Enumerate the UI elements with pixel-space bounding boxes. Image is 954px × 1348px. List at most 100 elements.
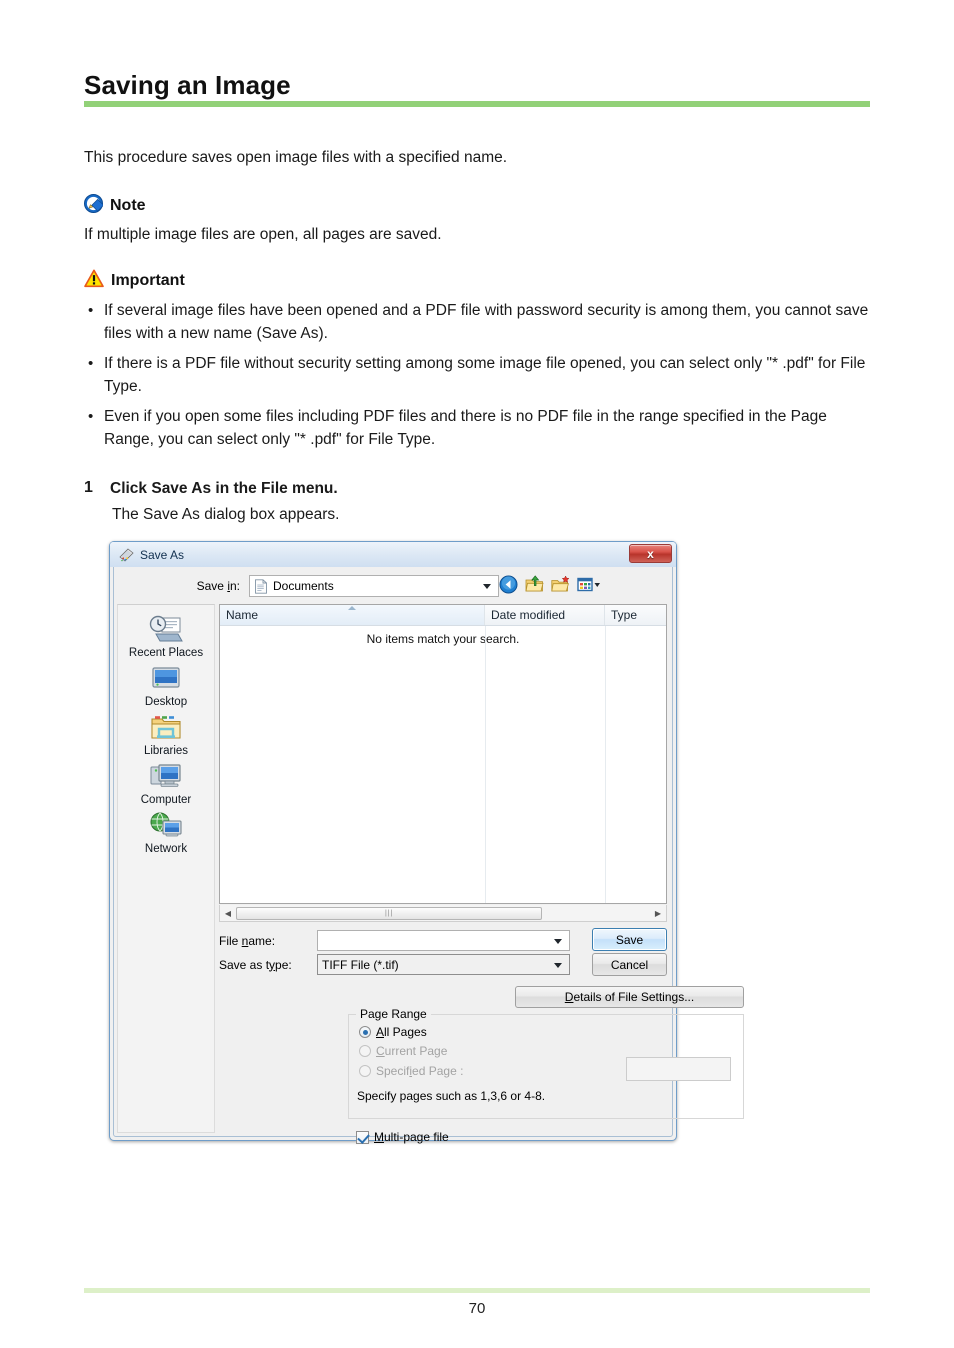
page-title: Saving an Image [84,70,291,100]
important-bullet-list: • If several image files have been opene… [84,299,874,458]
column-divider [485,626,486,903]
column-header-type[interactable]: Type [605,605,666,625]
page-range-hint: Specify pages such as 1,3,6 or 4-8. [357,1089,546,1103]
document-icon [254,578,268,594]
file-name-row: File name: [219,930,570,951]
app-icon [118,547,134,563]
save-in-label: Save in: [196,579,240,593]
column-header-label: Name [226,608,259,622]
save-in-dropdown[interactable]: Documents [249,575,499,597]
details-of-file-settings-button[interactable]: Details of File Settings... [515,986,744,1008]
column-header-label: Date modified [491,608,566,622]
chevron-down-icon[interactable] [554,938,562,944]
list-item-text: Even if you open some files including PD… [104,408,827,448]
scrollbar-track[interactable]: ||| [236,906,650,921]
up-folder-icon[interactable] [525,575,544,594]
sidebar-item-label: Computer [140,794,192,806]
libraries-icon [148,712,184,744]
empty-list-message: No items match your search. [366,632,520,646]
page-range-title: Page Range [356,1007,431,1021]
file-type-dropdown[interactable]: TIFF File (*.tif) [317,954,570,975]
note-body: If multiple image files are open, all pa… [84,226,442,243]
note-heading: Note [84,194,146,218]
important-heading-label: Important [111,272,185,289]
list-item-text: If there is a PDF file without security … [104,355,866,395]
warning-triangle-icon [84,269,104,293]
intro-paragraph: This procedure saves open image files wi… [84,149,508,166]
dialog-toolbar [499,575,600,594]
list-item: • Even if you open some files including … [84,405,874,451]
back-icon[interactable] [499,575,518,594]
new-folder-icon[interactable] [551,575,570,594]
column-header-name[interactable]: Name [220,605,485,625]
radio-specified-page: Specified Page : [359,1064,463,1078]
cancel-button[interactable]: Cancel [592,953,667,976]
radio-all-pages[interactable]: All Pages [359,1025,427,1039]
file-type-label: Save as type: [219,957,292,972]
scrollbar-thumb[interactable]: ||| [236,906,543,920]
save-button[interactable]: Save [592,928,667,951]
chevron-down-icon [483,584,491,589]
list-item: • If several image files have been opene… [84,299,874,345]
important-heading: Important [84,269,185,293]
file-name-label: File name: [219,933,276,948]
horizontal-scrollbar[interactable]: ◀ ||| ▶ [219,905,667,922]
title-rule [84,101,870,107]
document-page: Saving an Image This procedure saves ope… [0,0,954,1348]
sidebar-item-label: Recent Places [128,647,204,659]
sidebar-item-libraries[interactable]: Libraries [118,712,214,757]
column-header-date-modified[interactable]: Date modified [485,605,605,625]
step-description: The Save As dialog box appears. [112,506,340,523]
dialog-titlebar[interactable]: Save As x [110,542,676,567]
bullet-marker: • [88,355,94,372]
save-in-value: Documents [273,579,334,593]
chevron-down-icon [554,962,562,968]
radio-label: All Pages [376,1025,427,1039]
scroll-left-icon[interactable]: ◀ [220,909,236,918]
radio-icon [359,1065,371,1077]
sidebar-item-label: Libraries [143,745,189,757]
file-name-input[interactable] [317,930,570,951]
sort-ascending-icon [348,606,356,610]
file-list[interactable]: Name Date modified Type No items match y… [219,604,667,904]
sidebar-item-computer[interactable]: Computer [118,761,214,806]
column-header-label: Type [611,608,638,622]
bullet-marker: • [88,302,94,319]
file-list-header: Name Date modified Type [220,605,666,626]
radio-icon [359,1026,371,1038]
file-type-row: Save as type: TIFF File (*.tif) [219,954,570,975]
specified-page-input [626,1057,731,1081]
note-icon [84,194,105,218]
network-icon [148,810,184,842]
step-number: 1 [84,479,93,496]
dialog-body: Save in: Documents Recent Places Desktop… [111,568,744,1144]
views-icon[interactable] [577,575,600,594]
save-as-dialog: Save As x Save in: Documents Recent Plac… [109,541,744,1144]
close-icon[interactable]: x [629,544,672,563]
page-number: 70 [468,1300,486,1317]
multi-page-file-checkbox[interactable]: Multi-page file [356,1130,449,1144]
scroll-right-icon[interactable]: ▶ [650,909,666,918]
desktop-icon [148,663,184,695]
list-item-text: If several image files have been opened … [104,302,869,342]
radio-label: Current Page [376,1044,448,1058]
checkbox-icon [356,1130,369,1144]
radio-icon [359,1045,371,1057]
sidebar-item-label: Network [144,843,188,855]
sidebar-item-network[interactable]: Network [118,810,214,855]
radio-label: Specified Page : [376,1064,464,1078]
multi-page-file-label: Multi-page file [374,1130,449,1144]
sidebar-item-label: Desktop [144,696,188,708]
computer-icon [148,761,184,793]
sidebar-item-recent-places[interactable]: Recent Places [118,614,214,659]
recent-places-icon [148,614,184,646]
sidebar-item-desktop[interactable]: Desktop [118,663,214,708]
radio-current-page: Current Page [359,1044,447,1058]
file-type-value: TIFF File (*.tif) [322,957,399,972]
page-range-group: Page Range All Pages Current Page Specif… [348,1007,744,1119]
bullet-marker: • [88,408,94,425]
list-item: • If there is a PDF file without securit… [84,352,874,398]
column-divider [605,626,606,903]
places-sidebar: Recent Places Desktop Libraries Computer… [117,604,215,1133]
step-title: Click Save As in the File menu. [110,480,338,497]
